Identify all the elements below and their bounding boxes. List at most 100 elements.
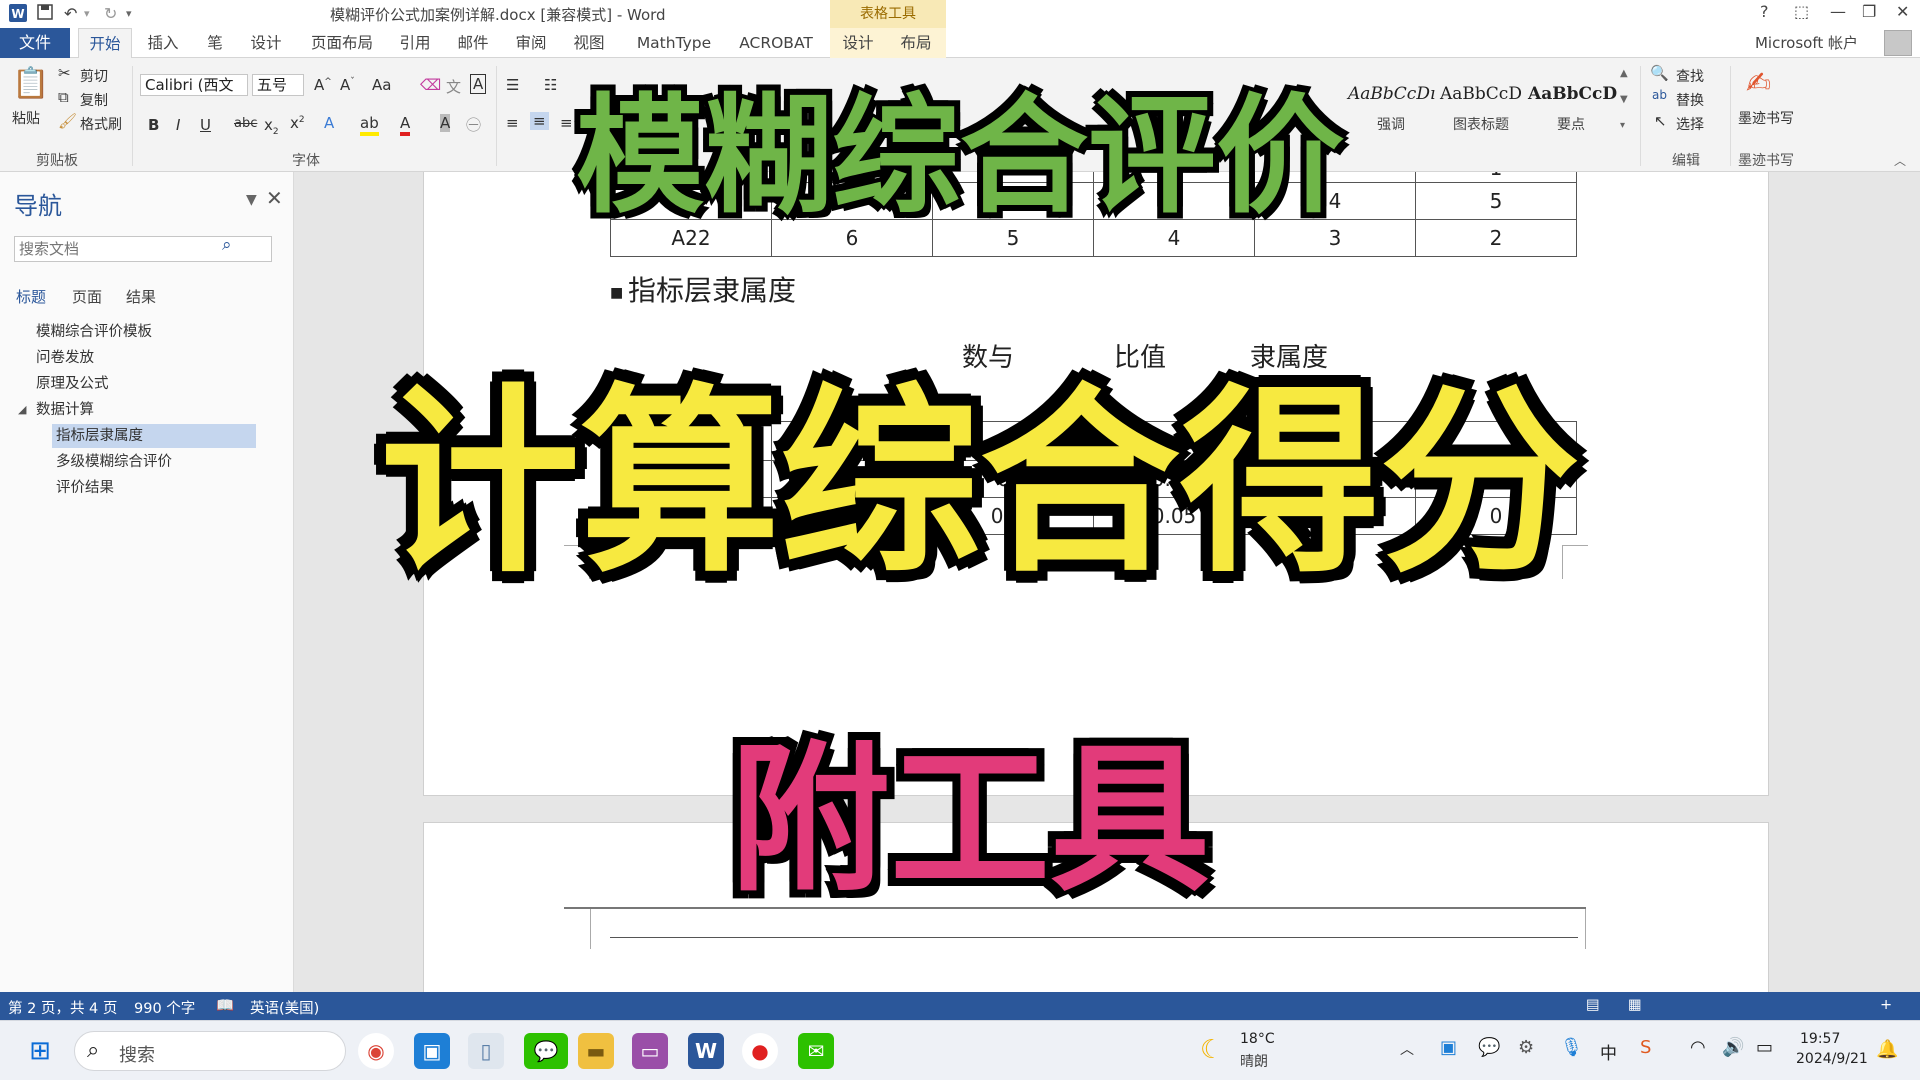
print-layout-icon[interactable]: ▦: [1628, 997, 1642, 1013]
expand-arrow-icon[interactable]: ◢: [18, 403, 26, 416]
chrome-icon[interactable]: ◉: [358, 1033, 394, 1069]
find-button[interactable]: 查找: [1676, 66, 1704, 86]
close-button[interactable]: ✕: [1896, 2, 1909, 21]
save-icon[interactable]: [36, 3, 54, 25]
underline-icon[interactable]: U: [200, 116, 211, 134]
taskbar-search[interactable]: ⌕ 搜索: [74, 1031, 346, 1071]
select-button[interactable]: 选择: [1676, 114, 1704, 134]
undo-dropdown-icon[interactable]: ▾: [84, 3, 90, 25]
video-editor-icon[interactable]: ▭: [632, 1033, 668, 1069]
collapse-ribbon-icon[interactable]: ︿: [1894, 152, 1906, 169]
nav-search-input[interactable]: [14, 236, 272, 262]
replace-button[interactable]: 替换: [1676, 90, 1704, 110]
text-effects-icon[interactable]: A: [324, 114, 334, 132]
tray-wechat-icon[interactable]: 💬: [1478, 1037, 1500, 1058]
file-explorer-icon[interactable]: ▬: [578, 1033, 614, 1069]
remote-desktop-icon[interactable]: ▣: [414, 1033, 450, 1069]
ime-indicator[interactable]: 中: [1600, 1039, 1617, 1064]
nav-close-icon[interactable]: ✕: [266, 186, 283, 210]
show-hidden-icons-icon[interactable]: ︿: [1400, 1039, 1414, 1059]
font-color-icon[interactable]: A: [400, 114, 411, 136]
tab-page-layout[interactable]: 页面布局: [300, 28, 384, 58]
notification-icon[interactable]: 🔔: [1876, 1039, 1898, 1060]
microphone-icon[interactable]: 🎙: [1560, 1037, 1583, 1058]
weather-temperature[interactable]: 18°C: [1240, 1031, 1275, 1047]
tab-pen[interactable]: 笔: [200, 28, 230, 58]
copy-button[interactable]: 复制: [80, 90, 108, 110]
undo-icon[interactable]: ↶: [64, 3, 77, 25]
ink-pen-icon[interactable]: ✍: [1746, 66, 1771, 101]
gallery-up-icon[interactable]: ▲: [1620, 68, 1628, 79]
style-strong[interactable]: AaBbCcD 要点: [1528, 66, 1617, 138]
ribbon-display-icon[interactable]: ⬚: [1794, 2, 1809, 21]
wechat-icon[interactable]: 💬: [524, 1033, 568, 1069]
shrink-font-icon[interactable]: Aˇ: [340, 76, 355, 94]
phone-icon[interactable]: ▯: [468, 1033, 504, 1069]
phonetic-guide-icon[interactable]: 文: [446, 76, 461, 97]
tab-file[interactable]: 文件: [0, 28, 70, 58]
nav-tab-pages[interactable]: 页面: [72, 286, 102, 307]
tab-mailings[interactable]: 邮件: [452, 28, 494, 58]
record-icon[interactable]: ●: [742, 1033, 778, 1069]
character-border-icon[interactable]: A: [470, 74, 487, 94]
language-indicator[interactable]: 英语(美国): [250, 997, 319, 1018]
weather-description[interactable]: 晴朗: [1240, 1051, 1268, 1071]
enclose-characters-icon[interactable]: ㊀: [466, 114, 481, 135]
tab-design[interactable]: 设计: [244, 28, 288, 58]
wechat-work-icon[interactable]: ✉: [798, 1033, 834, 1069]
style-caption[interactable]: AaBbCcD 图表标题: [1438, 66, 1524, 138]
paste-icon[interactable]: 📋: [12, 66, 49, 101]
nav-heading-item[interactable]: 模糊综合评价模板: [36, 320, 256, 344]
gallery-down-icon[interactable]: ▼: [1620, 94, 1628, 105]
ink-button[interactable]: 墨迹书写: [1738, 108, 1794, 128]
word-count[interactable]: 990 个字: [134, 997, 195, 1018]
account-button[interactable]: Microsoft 帐户: [1755, 32, 1858, 53]
grow-font-icon[interactable]: A^: [314, 76, 332, 94]
strikethrough-icon[interactable]: abc: [234, 116, 257, 131]
nav-heading-item[interactable]: 原理及公式: [36, 372, 256, 396]
tray-app-icon[interactable]: ▣: [1440, 1037, 1457, 1058]
tab-references[interactable]: 引用: [394, 28, 436, 58]
zoom-in-icon[interactable]: +: [1880, 997, 1892, 1013]
start-icon[interactable]: ⊞: [22, 1033, 58, 1069]
wifi-icon[interactable]: ◠: [1690, 1037, 1706, 1058]
battery-icon[interactable]: ▭: [1756, 1037, 1773, 1058]
italic-icon[interactable]: I: [176, 116, 180, 134]
font-name-dropdown[interactable]: Calibri (西文: [140, 74, 248, 96]
align-left-icon[interactable]: ≡: [506, 114, 519, 132]
nav-heading-item[interactable]: 数据计算: [36, 398, 256, 422]
nav-tab-headings[interactable]: 标题: [16, 286, 46, 307]
nav-heading-item[interactable]: 问卷发放: [36, 346, 256, 370]
help-icon[interactable]: ?: [1760, 2, 1769, 21]
nav-heading-item[interactable]: 评价结果: [56, 476, 256, 500]
gallery-more-icon[interactable]: ▾: [1620, 120, 1625, 131]
superscript-icon[interactable]: x2: [290, 114, 305, 132]
search-icon[interactable]: ⌕: [222, 235, 232, 255]
tab-insert[interactable]: 插入: [140, 28, 186, 58]
word-taskbar-icon[interactable]: W: [688, 1033, 724, 1069]
nav-tab-results[interactable]: 结果: [126, 286, 156, 307]
font-size-dropdown[interactable]: 五号: [252, 74, 304, 96]
table-cell[interactable]: 5: [1415, 182, 1577, 220]
minimize-button[interactable]: —: [1830, 2, 1846, 21]
read-mode-icon[interactable]: ▤: [1586, 997, 1600, 1013]
restore-button[interactable]: ❐: [1862, 2, 1876, 21]
clock-date[interactable]: 2024/9/21: [1796, 1051, 1868, 1067]
proofing-icon[interactable]: 📖: [216, 997, 234, 1014]
nav-heading-item[interactable]: 多级模糊综合评价: [56, 450, 256, 474]
character-shading-icon[interactable]: A: [440, 114, 451, 132]
table-cell[interactable]: 2: [1415, 219, 1577, 257]
paste-button[interactable]: 粘贴: [12, 108, 40, 128]
redo-icon[interactable]: ↻: [104, 3, 117, 25]
volume-icon[interactable]: 🔊: [1722, 1037, 1744, 1058]
format-painter-button[interactable]: 格式刷: [80, 114, 122, 134]
avatar[interactable]: [1884, 30, 1912, 56]
section-heading[interactable]: 指标层隶属度: [628, 269, 796, 309]
tab-home[interactable]: 开始: [78, 28, 132, 58]
change-case-button[interactable]: Aa: [372, 76, 391, 94]
highlight-icon[interactable]: ab: [360, 114, 379, 136]
cut-button[interactable]: 剪切: [80, 66, 108, 86]
nav-options-icon[interactable]: ▼: [246, 192, 257, 208]
clock-time[interactable]: 19:57: [1800, 1031, 1840, 1047]
tray-settings-icon[interactable]: ⚙: [1518, 1037, 1534, 1058]
